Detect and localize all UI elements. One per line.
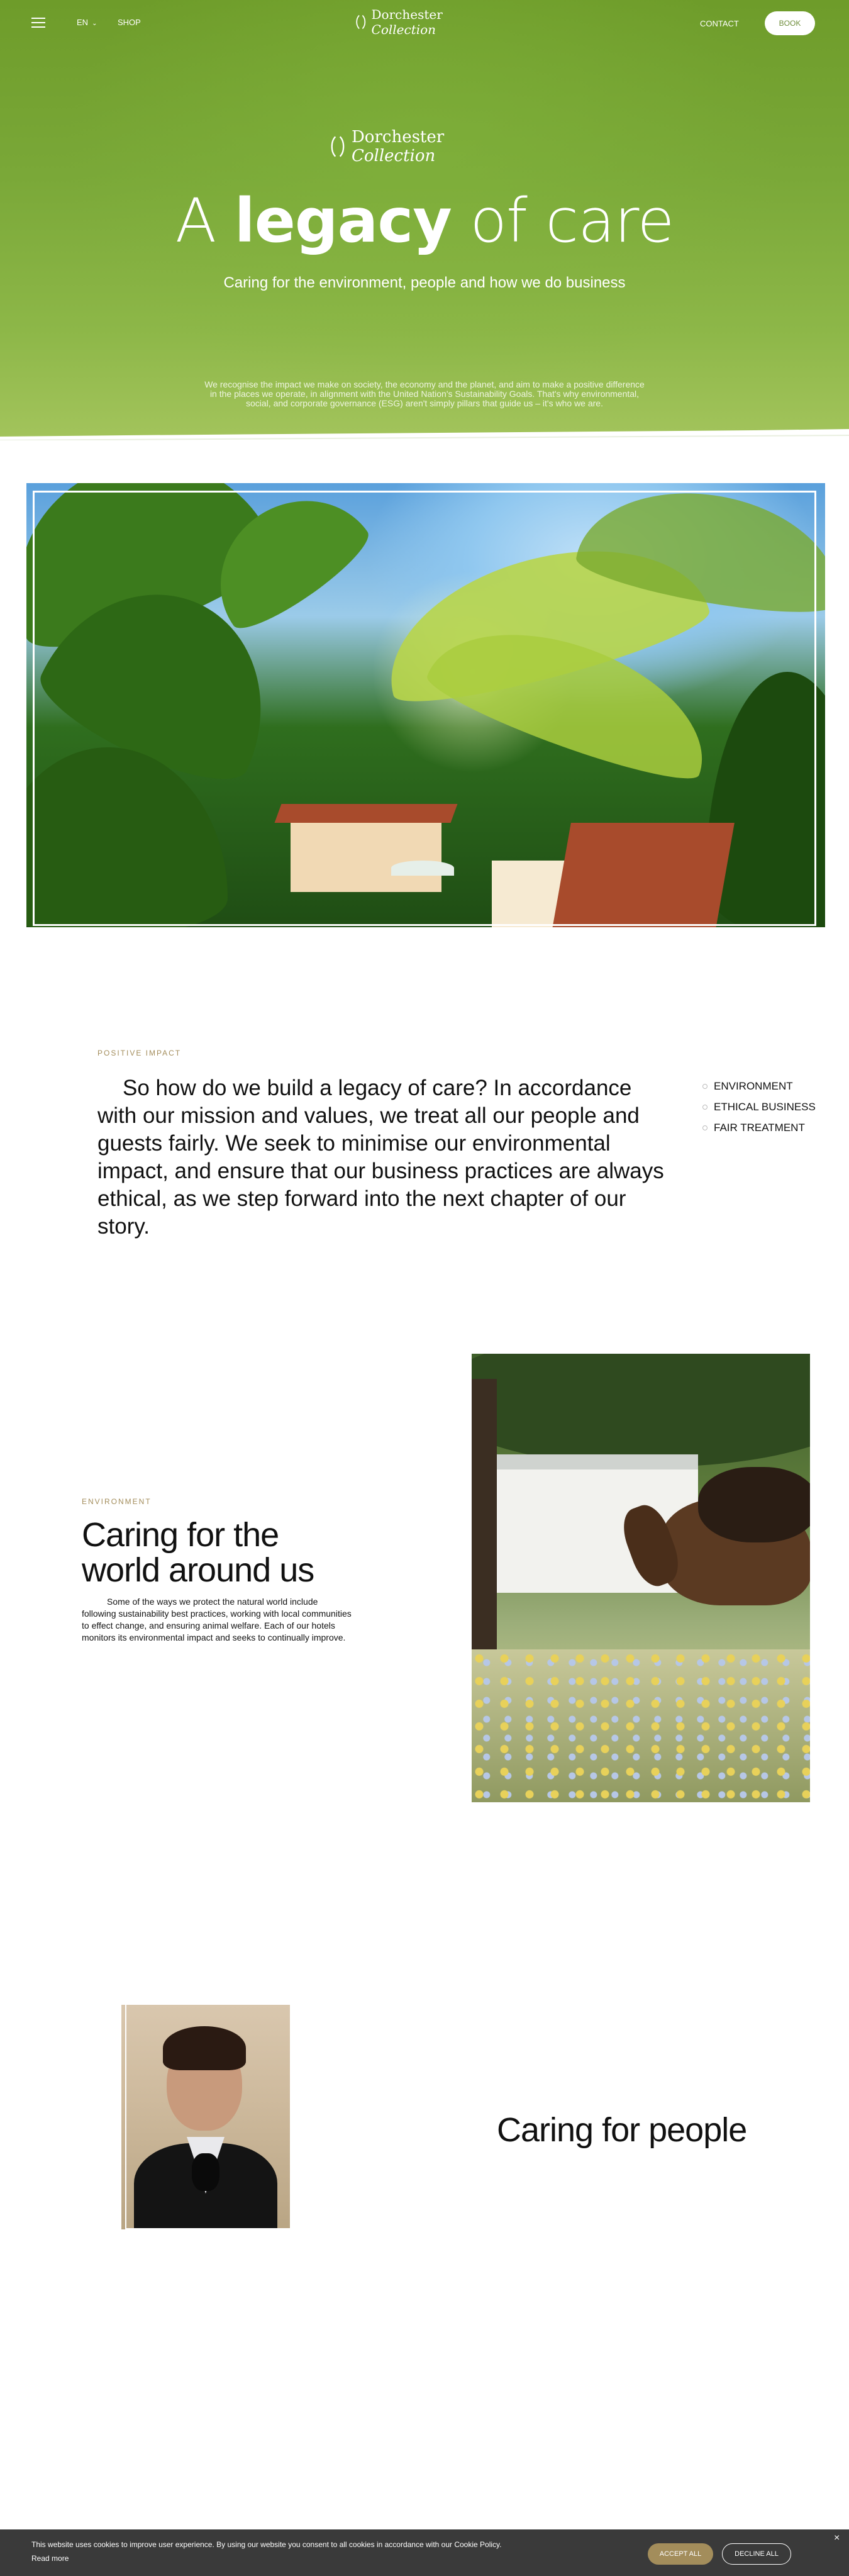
impact-statement: So how do we build a legacy of care? In … <box>97 1076 664 1239</box>
chevron-down-icon: ⌄ <box>92 20 97 27</box>
nav-link-ethical-business[interactable]: ETHICAL BUSINESS <box>702 1101 828 1113</box>
cookie-message: This website uses cookies to improve use… <box>31 2540 502 2549</box>
decline-all-button[interactable]: DECLINE ALL <box>722 2543 791 2565</box>
bullet-icon <box>702 1084 708 1089</box>
hero-brand-logo: Dorchester Collection <box>330 128 519 165</box>
hero-paragraph: We recognise the impact we make on socie… <box>204 379 645 408</box>
environment-title: Caring for the world around us <box>82 1516 314 1589</box>
dorchester-mark-icon <box>356 14 366 30</box>
brand-name: Dorchester Collection <box>371 7 443 37</box>
language-label: EN <box>77 18 89 27</box>
bullet-icon <box>702 1105 708 1110</box>
read-more-link[interactable]: Read more <box>31 2554 69 2563</box>
page-title: A legacy of care <box>175 186 675 256</box>
environment-eyebrow: ENVIRONMENT <box>82 1497 152 1506</box>
nav-link-label: ENVIRONMENT <box>714 1080 793 1092</box>
torn-edge-divider <box>0 429 849 440</box>
hero-subtitle: Caring for the environment, people and h… <box>223 274 626 291</box>
language-selector[interactable]: EN ⌄ <box>77 18 97 27</box>
nav-link-environment[interactable]: ENVIRONMENT <box>702 1080 828 1093</box>
cookie-banner: This website uses cookies to improve use… <box>0 2529 849 2576</box>
top-navigation: EN ⌄ SHOP Dorchester Collection CONTACT B… <box>0 0 849 45</box>
image-frame <box>33 491 816 926</box>
menu-icon[interactable] <box>31 18 45 28</box>
hero-section: EN ⌄ SHOP Dorchester Collection CONTACT B… <box>0 0 849 440</box>
close-icon[interactable]: × <box>834 2533 840 2544</box>
people-title: Caring for people <box>497 2111 747 2149</box>
environment-paragraph: Some of the ways we protect the natural … <box>82 1597 352 1642</box>
bullet-icon <box>702 1125 708 1130</box>
brand-logo[interactable]: Dorchester Collection <box>355 7 494 37</box>
accept-all-button[interactable]: ACCEPT ALL <box>648 2543 713 2565</box>
dorchester-mark-icon <box>331 136 345 157</box>
impact-eyebrow: POSITIVE IMPACT <box>97 1049 182 1057</box>
nav-link-fair-treatment[interactable]: FAIR TREATMENT <box>702 1122 828 1134</box>
contact-link[interactable]: CONTACT <box>700 19 739 28</box>
image-frame <box>468 1350 813 1804</box>
nav-link-label: ETHICAL BUSINESS <box>714 1101 816 1113</box>
shop-link[interactable]: SHOP <box>118 18 141 27</box>
impact-section-nav: ENVIRONMENT ETHICAL BUSINESS FAIR TREATM… <box>702 1080 828 1142</box>
hero-brand-name: Dorchester Collection <box>351 128 445 165</box>
book-button[interactable]: BOOK <box>765 11 815 35</box>
nav-link-label: FAIR TREATMENT <box>714 1122 805 1134</box>
image-frame <box>125 2002 292 2229</box>
